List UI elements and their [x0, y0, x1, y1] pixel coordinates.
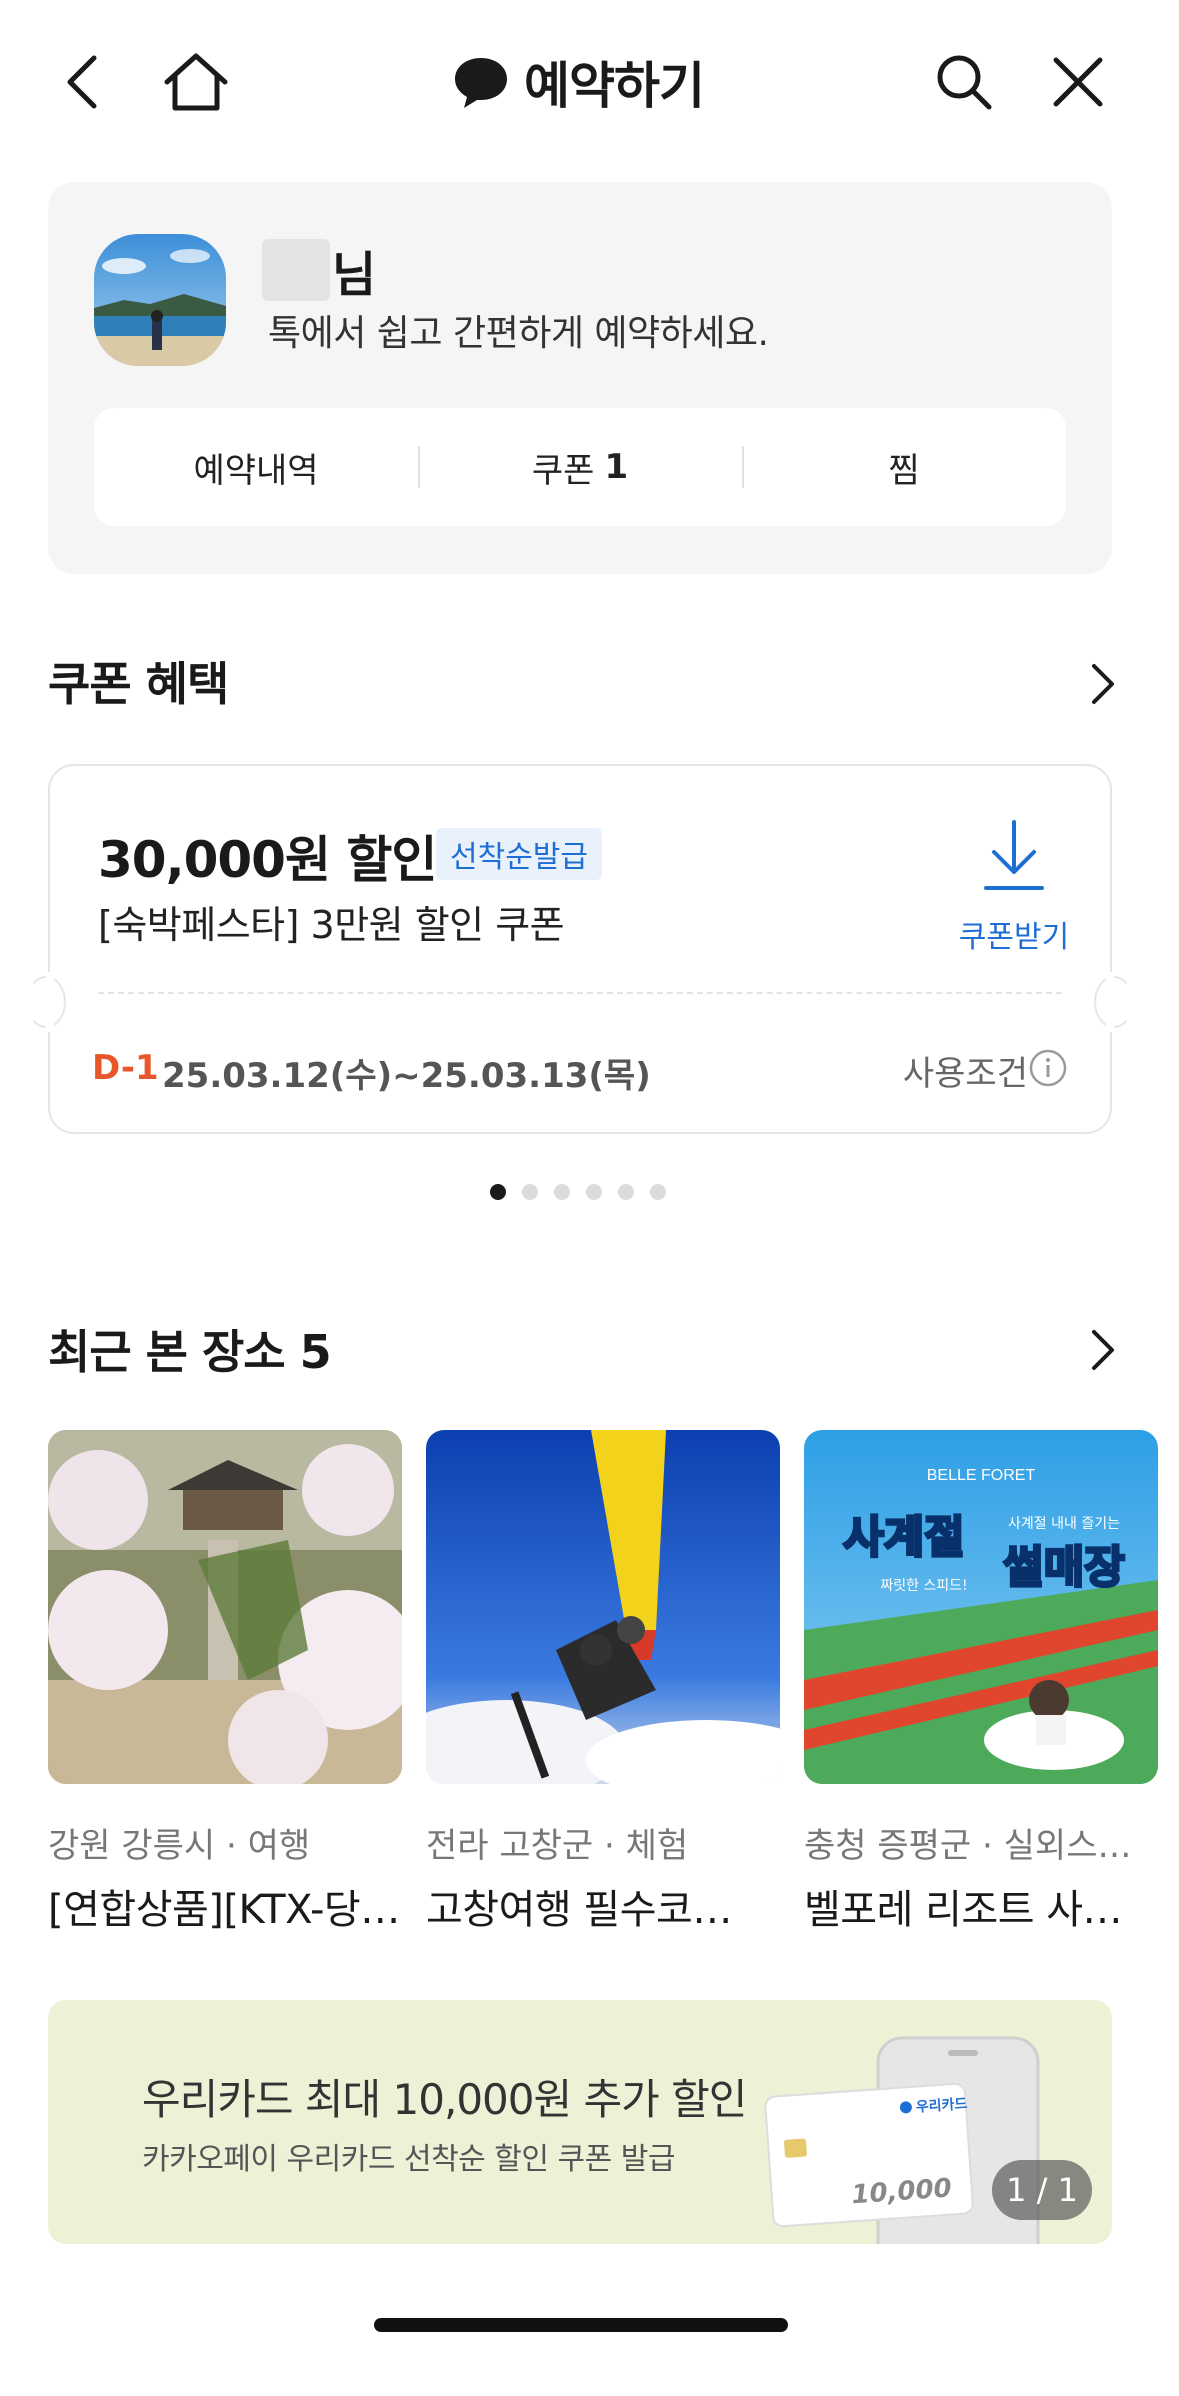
place-meta: 강원 강릉시 · 여행: [48, 1826, 311, 1866]
coupon-period: 25.03.12(수)~25.03.13(목): [162, 1056, 651, 1096]
pager-dot[interactable]: [522, 1184, 538, 1200]
coupon-section-chevron-right-icon[interactable]: [1083, 654, 1123, 714]
notch-cover-right: [1106, 972, 1114, 1032]
pager-dot[interactable]: [490, 1184, 506, 1200]
tab-reservations-label: 예약내역: [193, 450, 319, 491]
tab-reservations[interactable]: 예약내역: [94, 408, 418, 526]
profile-subtitle: 톡에서 쉽고 간편하게 예약하세요.: [268, 313, 769, 354]
coupon-section-title: 쿠폰 혜택: [48, 657, 229, 711]
tab-coupons[interactable]: 쿠폰 1: [418, 408, 742, 526]
coupon-amount: 30,000원 할인: [98, 831, 437, 889]
coupon-notch-right: [1094, 976, 1134, 1028]
profile-tabs: 예약내역 쿠폰 1 찜: [94, 408, 1066, 526]
pager-dot[interactable]: [586, 1184, 602, 1200]
info-icon[interactable]: [1028, 1048, 1068, 1088]
place-thumbnail: [48, 1430, 402, 1784]
pager-dot[interactable]: [650, 1184, 666, 1200]
place-name: 고창여행 필수코…: [426, 1887, 732, 1933]
search-icon[interactable]: [922, 40, 1006, 124]
place-name: 벨포레 리조트 사…: [804, 1887, 1123, 1933]
avatar[interactable]: [94, 234, 226, 366]
place-meta: 전라 고창군 · 체험: [426, 1826, 689, 1866]
pager-dot[interactable]: [554, 1184, 570, 1200]
place-thumbnail: [426, 1430, 780, 1784]
recent-section-title: 최근 본 장소 5: [48, 1325, 332, 1379]
place3-headline2: 썰매장: [1003, 1542, 1124, 1593]
tab-wishlist-label: 찜: [888, 450, 920, 491]
coupon-download-button[interactable]: 쿠폰받기: [954, 818, 1094, 968]
tab-coupons-label: 쿠폰: [531, 450, 595, 491]
coupon-badge: 선착순발급: [436, 828, 602, 880]
recent-place-card[interactable]: BELLE FORET 사계절 썰매장 사계절 내내 즐기는 짜릿한 스피드! …: [804, 1430, 1158, 1935]
close-icon[interactable]: [1036, 40, 1120, 124]
pager-dot[interactable]: [618, 1184, 634, 1200]
notch-cover-left: [46, 972, 54, 1032]
coupon-pager: [490, 1184, 666, 1200]
recent-place-card[interactable]: 강원 강릉시 · 여행 [연합상품][KTX-당…: [48, 1430, 402, 1935]
name-mask: [262, 239, 330, 301]
coupon-dday: D-1: [92, 1048, 159, 1088]
page-title-text: 예약하기: [524, 57, 705, 115]
place3-tag1: 사계절 내내 즐기는: [1008, 1516, 1120, 1532]
place3-tag2: 짜릿한 스피드!: [880, 1578, 967, 1594]
home-icon[interactable]: [154, 40, 238, 124]
place-thumbnail: BELLE FORET 사계절 썰매장 사계절 내내 즐기는 짜릿한 스피드!: [804, 1430, 1158, 1784]
banner-title: 우리카드 최대 10,000원 추가 할인: [142, 2075, 747, 2124]
coupon-card[interactable]: 30,000원 할인 선착순발급 [숙박페스타] 3만원 할인 쿠폰 쿠폰받기 …: [26, 764, 1134, 1134]
profile-card: 님 톡에서 쉽고 간편하게 예약하세요. 예약내역 쿠폰 1 찜: [48, 182, 1112, 574]
promo-banner[interactable]: 우리카드 최대 10,000원 추가 할인 카카오페이 우리카드 선착순 할인 …: [48, 2000, 1112, 2244]
coupon-download-label: 쿠폰받기: [958, 920, 1070, 955]
place3-brand: BELLE FORET: [927, 1467, 1036, 1484]
recent-section-chevron-right-icon[interactable]: [1083, 1320, 1123, 1380]
header-bar: 예약하기: [0, 0, 1179, 170]
name-suffix: 님: [332, 247, 377, 303]
coupon-divider: [98, 992, 1062, 994]
coupon-conditions-link[interactable]: 사용조건: [903, 1046, 1028, 1095]
banner-page-indicator: 1 / 1: [992, 2160, 1092, 2220]
back-icon[interactable]: [40, 40, 124, 124]
coupon-description: [숙박페스타] 3만원 할인 쿠폰: [98, 903, 565, 947]
download-icon: [984, 820, 1044, 890]
home-indicator[interactable]: [374, 2318, 788, 2332]
chat-bubble-icon: [455, 58, 507, 108]
recent-place-card[interactable]: 전라 고창군 · 체험 고창여행 필수코…: [426, 1430, 780, 1935]
place3-headline1: 사계절: [843, 1512, 964, 1563]
place-meta: 충청 증평군 · 실외스…: [804, 1826, 1132, 1866]
user-name: 님: [262, 238, 377, 303]
tab-wishlist[interactable]: 찜: [742, 408, 1066, 526]
tab-coupons-count: 1: [604, 447, 629, 487]
place-name: [연합상품][KTX-당…: [48, 1887, 400, 1933]
banner-subtitle: 카카오페이 우리카드 선착순 할인 쿠폰 발급: [142, 2142, 675, 2177]
page-title: 예약하기: [452, 42, 705, 122]
